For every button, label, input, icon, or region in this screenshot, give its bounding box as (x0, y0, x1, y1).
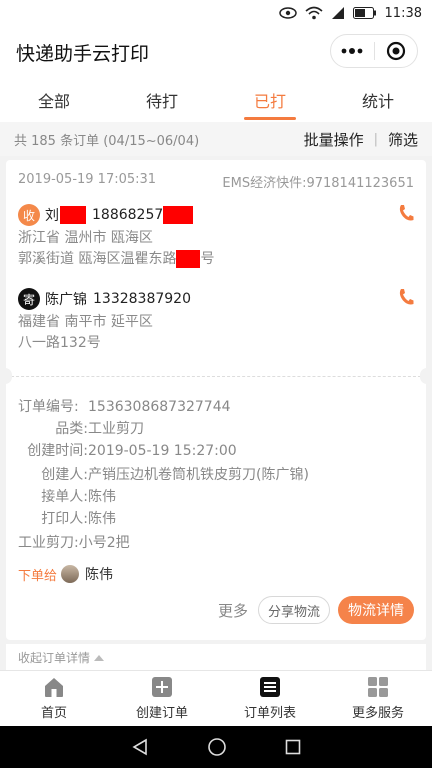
bulk-action-button[interactable]: 批量操作 (304, 129, 364, 150)
collapse-label: 收起订单详情 (18, 650, 91, 665)
recipient-badge: 收 (18, 204, 40, 226)
order-count-text: 共 185 条订单 (04/15~06/04) (14, 133, 200, 149)
avatar (61, 565, 80, 583)
recipient-section: 收 刘 18868257 浙江省 温州市 瓯海区 郭溪街道 瓯海区温瞿东路号 (18, 202, 414, 270)
sender-phone: 13328387920 (93, 291, 191, 307)
wifi-icon (305, 6, 323, 20)
detail-row: 创建时间: 2019-05-19 15:27:00 (27, 443, 237, 459)
detail-row: 创建人: 产销压边机卷筒机铁皮剪刀(陈广锦) (41, 467, 309, 483)
target-circle-icon (386, 41, 405, 61)
order-card-header: 2019-05-19 17:05:31 EMS经济快件:971814112365… (18, 172, 414, 191)
back-triangle-icon[interactable] (131, 738, 149, 756)
detail-row: 打印人: 陈伟 (41, 511, 116, 527)
list-icon (260, 677, 280, 697)
app-title: 快递助手云打印 (16, 42, 150, 65)
order-card: 2019-05-19 17:05:31 EMS经济快件:971814112365… (0, 160, 432, 640)
call-recipient-icon[interactable] (398, 204, 414, 222)
redaction-box (60, 206, 86, 224)
tab-pending[interactable]: 待打 (108, 78, 216, 122)
collapse-order-details[interactable]: 收起订单详情 (6, 644, 426, 670)
summary-divider: | (373, 131, 378, 147)
detail-row: 品类: 工业剪刀 (55, 421, 144, 437)
sender-address-line1: 福建省 南平市 延平区 (18, 314, 153, 330)
status-bar: 11:38 (0, 0, 432, 26)
nav-order-list[interactable]: 订单列表 (216, 671, 324, 726)
order-status-tabs: 全部 待打 已打 统计 (0, 78, 432, 122)
nav-label: 更多服务 (351, 706, 404, 721)
sender-badge: 寄 (18, 288, 40, 310)
sender-name: 陈广锦 (45, 292, 87, 308)
nav-create-order[interactable]: 创建订单 (108, 671, 216, 726)
app-header: 快递助手云打印 (0, 26, 432, 78)
redaction-box (163, 206, 194, 224)
tab-printed[interactable]: 已打 (216, 78, 324, 122)
tab-statistics[interactable]: 统计 (324, 78, 432, 122)
assignee-name: 陈伟 (85, 567, 114, 583)
nav-label: 首页 (40, 706, 67, 721)
logistics-detail-button[interactable]: 物流详情 (338, 596, 414, 624)
assigned-to: 下单给 陈伟 (18, 564, 414, 584)
caret-up-icon (94, 654, 105, 661)
eye-icon (278, 7, 297, 19)
order-actions: 更多 分享物流 物流详情 (218, 596, 414, 624)
tracking-number: EMS经济快件:9718141123651 (222, 176, 414, 191)
order-datetime: 2019-05-19 17:05:31 (18, 172, 157, 187)
redaction-box (176, 250, 201, 268)
more-button[interactable]: 更多 (218, 600, 248, 621)
card-divider (6, 376, 426, 377)
plus-square-icon (152, 677, 172, 697)
sender-section: 寄 陈广锦 13328387920 福建省 南平市 延平区 八一路132号 (18, 286, 414, 354)
sender-address-line2: 八一路132号 (18, 335, 101, 351)
items-note: 工业剪刀:小号2把 (18, 535, 130, 551)
clock: 11:38 (384, 5, 422, 21)
recipient-name: 刘 (45, 208, 59, 224)
card-notch-left (0, 368, 12, 384)
more-dots-icon (341, 48, 363, 54)
more-menu-button[interactable] (331, 35, 374, 67)
signal-icon (331, 7, 344, 19)
nav-more-services[interactable]: 更多服务 (324, 671, 432, 726)
detail-row: 接单人: 陈伟 (41, 489, 116, 505)
call-sender-icon[interactable] (398, 288, 414, 306)
nav-label: 订单列表 (243, 706, 296, 721)
mini-program-capsule (330, 34, 418, 68)
card-notch-right (420, 368, 432, 384)
home-circle-icon[interactable] (207, 737, 227, 757)
recents-square-icon[interactable] (285, 739, 301, 755)
order-summary-bar: 共 185 条订单 (04/15~06/04) 批量操作 | 筛选 (0, 122, 432, 156)
close-mini-program-button[interactable] (375, 35, 418, 67)
nav-label: 创建订单 (135, 706, 188, 721)
filter-button[interactable]: 筛选 (388, 129, 418, 150)
recipient-address-line2: 郭溪街道 瓯海区温瞿东路号 (18, 250, 215, 268)
recipient-phone: 18868257 (92, 207, 164, 223)
share-logistics-button[interactable]: 分享物流 (257, 596, 330, 624)
recipient-address-line1: 浙江省 温州市 瓯海区 (18, 230, 153, 246)
battery-icon (352, 7, 376, 19)
detail-row: 订单编号: 1536308687327744 (18, 399, 231, 415)
order-details: 订单编号: 1536308687327744 品类: 工业剪刀 创建时间: 2019-… (18, 396, 414, 584)
system-navigation-bar (0, 726, 432, 768)
tab-all[interactable]: 全部 (0, 78, 108, 122)
nav-home[interactable]: 首页 (0, 671, 108, 726)
home-icon (45, 678, 63, 697)
assign-label: 下单给 (18, 568, 58, 584)
bottom-navigation: 首页 创建订单 订单列表 更多服务 (0, 670, 432, 726)
grid-icon (368, 677, 388, 697)
